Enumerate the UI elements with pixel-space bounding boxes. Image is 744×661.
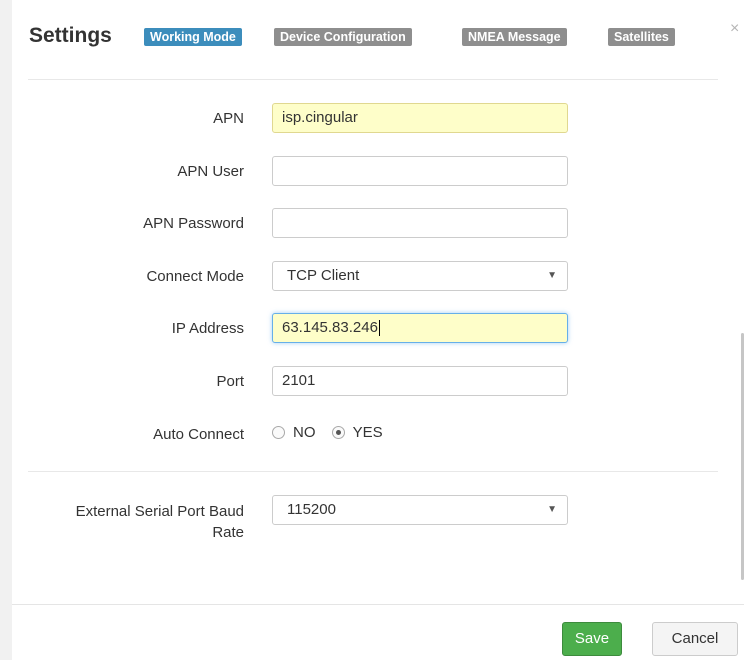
save-button[interactable]: Save xyxy=(562,622,622,656)
auto-connect-radio-group: NO YES xyxy=(272,424,395,441)
tab-satellites[interactable]: Satellites xyxy=(608,28,675,46)
radio-no[interactable] xyxy=(272,426,285,439)
auto-connect-no-option[interactable]: NO xyxy=(272,424,316,441)
baud-rate-select[interactable]: 115200 ▼ xyxy=(272,495,568,525)
connect-mode-select[interactable]: TCP Client ▼ xyxy=(272,261,568,291)
tab-device-configuration[interactable]: Device Configuration xyxy=(274,28,412,46)
auto-connect-label: Auto Connect xyxy=(153,426,244,443)
tab-nmea-message[interactable]: NMEA Message xyxy=(462,28,567,46)
apn-user-input[interactable] xyxy=(272,156,568,186)
port-input[interactable]: 2101 xyxy=(272,366,568,396)
modal-footer: Save Cancel xyxy=(12,604,744,661)
cancel-button[interactable]: Cancel xyxy=(652,622,738,656)
radio-yes[interactable] xyxy=(331,426,345,439)
section-divider xyxy=(28,471,718,472)
tab-working-mode[interactable]: Working Mode xyxy=(144,28,242,46)
chevron-down-icon: ▼ xyxy=(547,270,557,281)
ip-address-input[interactable]: 63.145.83.246 xyxy=(272,313,568,343)
text-cursor xyxy=(378,320,380,337)
apn-label: APN xyxy=(213,110,244,127)
chevron-down-icon: ▼ xyxy=(547,504,557,515)
ip-address-label: IP Address xyxy=(171,320,244,337)
radio-yes-label: YES xyxy=(352,424,383,441)
baud-rate-label-line2: Rate xyxy=(212,524,244,541)
settings-modal: Settings Working Mode Device Configurati… xyxy=(12,0,744,661)
apn-user-label: APN User xyxy=(177,163,244,180)
apn-password-label: APN Password xyxy=(143,215,244,232)
baud-rate-value: 115200 xyxy=(287,501,336,518)
baud-rate-label: External Serial Port Baud Rate xyxy=(76,501,244,543)
apn-password-input[interactable] xyxy=(272,208,568,238)
connect-mode-label: Connect Mode xyxy=(146,268,244,285)
auto-connect-yes-option[interactable]: YES xyxy=(331,424,383,441)
radio-no-label: NO xyxy=(293,424,316,441)
port-label: Port xyxy=(216,373,244,390)
close-icon[interactable]: × xyxy=(730,20,739,38)
connect-mode-value: TCP Client xyxy=(287,267,360,284)
apn-value: isp.cingular xyxy=(282,109,358,126)
apn-input[interactable]: isp.cingular xyxy=(272,103,568,133)
ip-address-value: 63.145.83.246 xyxy=(282,319,378,336)
header-divider xyxy=(28,79,718,80)
modal-header: Settings Working Mode Device Configurati… xyxy=(12,0,744,80)
page-title: Settings xyxy=(29,24,112,47)
port-value: 2101 xyxy=(282,372,316,389)
baud-rate-label-line1: External Serial Port Baud xyxy=(75,503,244,520)
